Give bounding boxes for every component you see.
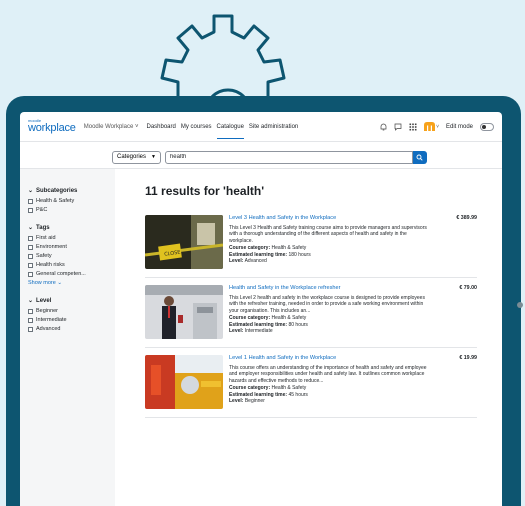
checkbox[interactable]: [28, 198, 33, 204]
app-screen: moodle workplace Moodle Workplace ˅ Dash…: [20, 112, 502, 506]
course-learning-time: Estimated learning time: 45 hours: [229, 391, 308, 398]
checkbox[interactable]: [28, 253, 33, 259]
chat-icon[interactable]: [394, 123, 402, 131]
course-thumbnail[interactable]: CLOSE: [145, 215, 223, 269]
checkbox[interactable]: [28, 262, 33, 268]
course-level: Level: Beginner: [229, 398, 265, 405]
filter-checkbox[interactable]: First aid: [28, 235, 115, 241]
course-title-link[interactable]: Health and Safety in the Workplace refre…: [229, 285, 429, 293]
app-switcher-menu[interactable]: Moodle Workplace ˅: [84, 124, 139, 130]
chevron-down-icon: ⌄: [28, 188, 34, 194]
checkbox[interactable]: [28, 308, 33, 314]
user-menu[interactable]: ˅: [424, 122, 439, 131]
course-learning-time: Estimated learning time: 80 hours: [229, 321, 308, 328]
filter-checkbox[interactable]: P&C: [28, 207, 115, 213]
filter-tags-toggle[interactable]: ⌄ Tags: [28, 224, 115, 232]
filter-checkbox[interactable]: Beginner: [28, 308, 115, 314]
course-level: Level: Intermediate: [229, 328, 273, 335]
course-title-link[interactable]: Level 3 Health and Safety in the Workpla…: [229, 215, 429, 223]
results-heading: 11 results for 'health': [145, 184, 265, 198]
filter-checkbox[interactable]: Safety: [28, 253, 115, 259]
nav-my-courses[interactable]: My courses: [181, 124, 212, 130]
course-card: Health and Safety in the Workplace refre…: [145, 278, 477, 348]
course-learning-time: Estimated learning time: 180 hours: [229, 251, 311, 258]
search-icon: [417, 154, 424, 161]
course-price: € 79.00: [459, 285, 477, 291]
search-input[interactable]: [164, 150, 413, 164]
course-title-link[interactable]: Level 1 Health and Safety in the Workpla…: [229, 355, 429, 363]
course-description: This Level 3 Health and Safety training …: [229, 224, 427, 245]
category-select[interactable]: Categories ▼: [112, 150, 161, 164]
filter-checkbox[interactable]: General competen...: [28, 271, 115, 277]
filter-checkbox[interactable]: Health risks: [28, 262, 115, 268]
filter-level-toggle[interactable]: ⌄ Level: [28, 297, 115, 305]
bell-icon[interactable]: [379, 123, 387, 131]
checkbox[interactable]: [28, 235, 33, 241]
course-description: This Level 2 health and safety in the wo…: [229, 294, 425, 315]
nav-site-administration[interactable]: Site administration: [249, 124, 298, 130]
filter-checkbox[interactable]: Advanced: [28, 326, 115, 332]
filter-checkbox[interactable]: Health & Safety: [28, 198, 115, 204]
user-avatar-icon: [424, 122, 436, 131]
course-level: Level: Advanced: [229, 258, 267, 265]
chevron-down-icon: ⌄: [28, 298, 34, 304]
search-bar: Categories ▼: [20, 142, 502, 168]
course-thumbnail[interactable]: [145, 355, 223, 409]
filter-subcategories-toggle[interactable]: ⌄ Subcategories: [28, 187, 115, 195]
checkbox[interactable]: [28, 207, 33, 213]
filter-tags: ⌄ Tags First aid Environment Safety Healt…: [28, 224, 115, 286]
caret-down-icon: ▼: [151, 154, 156, 160]
course-description: This course offers an understanding of t…: [229, 364, 427, 385]
tablet-side-button: [517, 302, 523, 308]
course-card: Level 1 Health and Safety in the Workpla…: [145, 348, 477, 418]
logo-big-text: workplace: [28, 122, 76, 134]
course-category: Course category: Health & Safety: [229, 314, 307, 321]
filter-checkbox[interactable]: Intermediate: [28, 317, 115, 323]
show-more-link[interactable]: Show more ⌄: [28, 280, 115, 286]
filter-checkbox[interactable]: Environment: [28, 244, 115, 250]
results-panel: 11 results for 'health' CLOSE Level 3 He…: [115, 169, 502, 506]
edit-mode-toggle[interactable]: [480, 122, 494, 131]
search-button[interactable]: [412, 150, 427, 164]
checkbox[interactable]: [28, 326, 33, 332]
chevron-down-icon: ⌄: [28, 225, 34, 231]
top-navbar: moodle workplace Moodle Workplace ˅ Dash…: [20, 112, 502, 142]
app-switcher-label: Moodle Workplace: [83, 123, 134, 130]
apps-grid-icon[interactable]: [409, 123, 417, 131]
course-price: € 389.99: [456, 215, 477, 221]
checkbox[interactable]: [28, 244, 33, 250]
filter-subcategories: ⌄ Subcategories Health & Safety P&C: [28, 187, 115, 213]
nav-dashboard[interactable]: Dashboard: [147, 124, 176, 130]
course-card: CLOSE Level 3 Health and Safety in the W…: [145, 208, 477, 278]
edit-mode-label: Edit mode: [445, 123, 473, 130]
course-price: € 19.99: [459, 355, 477, 361]
nav-catalogue[interactable]: Catalogue: [216, 124, 244, 139]
filter-level: ⌄ Level Beginner Intermediate Advanced: [28, 297, 115, 332]
course-thumbnail[interactable]: [145, 285, 223, 339]
category-select-label: Categories: [117, 154, 147, 160]
site-logo[interactable]: moodle workplace: [28, 119, 76, 134]
course-category: Course category: Health & Safety: [229, 384, 307, 391]
checkbox[interactable]: [28, 271, 33, 277]
checkbox[interactable]: [28, 317, 33, 323]
course-category: Course category: Health & Safety: [229, 244, 307, 251]
filter-sidebar: ⌄ Subcategories Health & Safety P&C ⌄ Tags…: [20, 169, 115, 506]
